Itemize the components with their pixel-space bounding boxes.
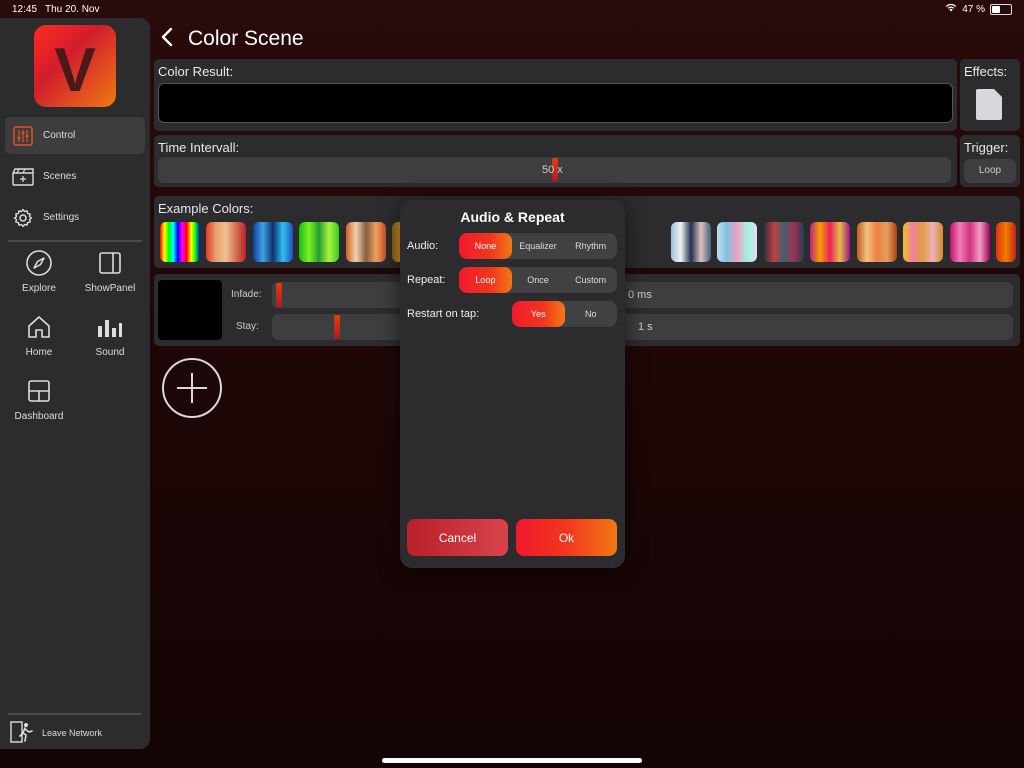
compass-icon [24,248,54,278]
color-swatch[interactable] [903,222,943,262]
leave-network-button[interactable]: Leave Network [10,721,102,745]
repeat-segmented-control: Loop Once Custom [459,267,617,293]
sidebar-item-label: Settings [43,212,80,223]
example-colors-label: Example Colors: [158,201,254,216]
time-interval-panel: Time Intervall: 50 x [154,135,957,187]
tile-explore[interactable]: Explore [3,248,75,294]
clapperboard-icon [12,166,34,188]
color-swatch[interactable] [950,222,990,262]
dialog-title: Audio & Repeat [460,209,565,225]
infade-slider-thumb[interactable] [276,283,282,307]
sidebar-item-scenes[interactable]: Scenes [5,158,145,195]
color-result-preview [158,83,953,123]
time-interval-value: 50 x [542,164,563,176]
repeat-label: Repeat: [407,274,446,286]
color-swatch[interactable] [717,222,757,262]
color-swatch[interactable] [206,222,246,262]
time-interval-slider[interactable]: 50 x [158,157,951,183]
status-date: Thu 20. Nov [45,4,100,15]
sidebar: V Control Scenes Settings Explore ShowPa… [0,18,150,749]
tile-label: ShowPanel [84,283,136,294]
color-swatch[interactable] [764,222,804,262]
audio-segmented-control: None Equalizer Rhythm [459,233,617,259]
status-time: 12:45 [12,4,38,15]
repeat-option-loop[interactable]: Loop [459,267,512,293]
sidebar-divider-bottom [8,713,142,715]
home-icon [24,312,54,342]
effects-label: Effects: [964,64,1008,79]
dashboard-icon [24,376,54,406]
sidebar-panel-icon [95,248,125,278]
tile-label: Home [25,347,53,358]
sidebar-divider [8,240,142,242]
restart-option-yes[interactable]: Yes [512,301,565,327]
repeat-option-once[interactable]: Once [512,267,565,293]
tile-showpanel[interactable]: ShowPanel [74,248,146,294]
app-logo: V [34,25,116,107]
color-swatch[interactable] [346,222,386,262]
add-step-plus-icon[interactable] [162,358,222,418]
audio-label: Audio: [407,240,439,252]
step-color-preview[interactable] [158,280,222,340]
stay-label: Stay: [236,321,259,332]
back-chevron-icon[interactable] [160,26,174,54]
tile-label: Sound [95,347,125,358]
audio-repeat-dialog: Audio & Repeat Audio: None Equalizer Rhy… [400,200,625,568]
sidebar-item-settings[interactable]: Settings [5,199,145,236]
bar-chart-icon [95,312,125,342]
home-indicator[interactable] [382,758,642,763]
tile-dashboard[interactable]: Dashboard [3,376,75,422]
exit-door-icon [10,721,34,745]
audio-option-equalizer[interactable]: Equalizer [512,233,565,259]
tile-label: Dashboard [14,411,64,422]
document-icon[interactable] [976,89,1002,120]
color-swatch[interactable] [160,222,200,262]
time-interval-label: Time Intervall: [158,140,240,155]
color-swatch[interactable] [857,222,897,262]
tile-label: Explore [22,283,56,294]
color-swatch[interactable] [810,222,850,262]
gear-icon [12,207,34,229]
restart-label: Restart on tap: [407,308,480,320]
audio-option-none[interactable]: None [459,233,512,259]
leave-network-label: Leave Network [42,728,103,738]
stay-value: 1 s [638,321,653,333]
audio-option-rhythm[interactable]: Rhythm [564,233,617,259]
restart-option-no[interactable]: No [565,301,618,327]
stay-slider-thumb[interactable] [334,315,340,339]
cancel-button[interactable]: Cancel [407,519,508,556]
trigger-label: Trigger: [964,140,1009,155]
infade-label: Infade: [231,289,262,300]
color-result-panel: Color Result: [154,59,957,131]
sidebar-item-label: Control [43,130,76,141]
tile-home[interactable]: Home [3,312,75,358]
page-title: Color Scene [188,27,304,50]
battery-percent: 47 % [962,3,985,15]
tile-sound[interactable]: Sound [74,312,146,358]
trigger-loop-button[interactable]: Loop [964,159,1016,183]
trigger-panel: Trigger: Loop [960,135,1020,187]
restart-segmented-control: Yes No [512,301,617,327]
stay-slider[interactable]: 1 s [272,314,1013,340]
battery-icon [990,3,1012,15]
sliders-icon [12,125,34,147]
ok-button[interactable]: Ok [516,519,617,556]
sidebar-item-control[interactable]: Control [5,117,145,154]
status-right: 47 % [945,3,1012,15]
color-swatch[interactable] [299,222,339,262]
effects-panel: Effects: [960,59,1020,131]
infade-value: 0 ms [628,289,652,301]
color-swatch[interactable] [253,222,293,262]
status-bar: 12:45 Thu 20. Nov 47 % [0,0,1024,18]
wifi-icon [945,3,957,15]
color-swatch[interactable] [671,222,711,262]
repeat-option-custom[interactable]: Custom [564,267,617,293]
sidebar-item-label: Scenes [43,171,77,182]
infade-slider[interactable]: 0 ms [272,282,1013,308]
color-swatch[interactable] [996,222,1016,262]
color-result-label: Color Result: [158,64,234,79]
